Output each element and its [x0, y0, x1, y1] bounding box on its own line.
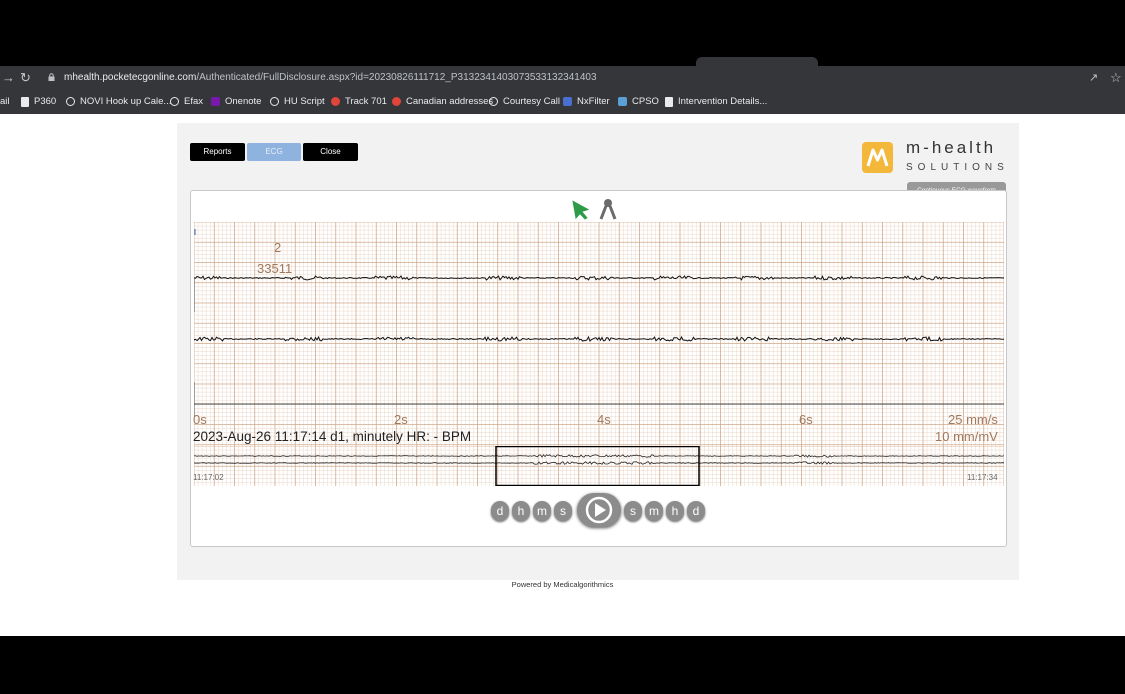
overview-end-time: 11:17:34	[967, 473, 998, 482]
main-panel: Reports ECG Close m-health SOLUTIONS Con…	[177, 123, 1019, 580]
bookmark-novi[interactable]: NOVI Hook up Cale...	[66, 96, 171, 107]
url-path: /Authenticated/FullDisclosure.aspx?id=20…	[196, 72, 597, 83]
logo-subtext: SOLUTIONS	[906, 162, 1009, 173]
back-day-button[interactable]: d	[491, 501, 509, 521]
logo-mark-icon	[862, 142, 893, 173]
time-label-6s: 6s	[799, 412, 813, 427]
playback-controls: d h m s s m h d	[491, 493, 711, 527]
sample-value: 33511	[257, 261, 293, 276]
ecg-button[interactable]: ECG	[247, 143, 301, 161]
url-host: mhealth.pocketecgonline.com	[64, 72, 197, 83]
redarrow-icon	[331, 97, 340, 106]
bookmark-nxfilter[interactable]: NxFilter	[563, 96, 610, 107]
back-minute-button[interactable]: m	[533, 501, 551, 521]
star-icon[interactable]: ☆	[1110, 71, 1122, 85]
globe-icon	[170, 97, 179, 106]
url-field[interactable]: mhealth.pocketecgonline.com/Authenticate…	[64, 72, 597, 83]
globe-icon	[66, 97, 75, 106]
bottom-letterbox	[0, 636, 1125, 694]
active-tab[interactable]	[696, 57, 818, 66]
bookmark-mail[interactable]: ail	[0, 96, 10, 107]
play-button[interactable]	[577, 493, 621, 527]
document-icon	[665, 96, 673, 107]
bookmark-intervention-details[interactable]: Intervention Details...	[665, 96, 767, 107]
time-label-2s: 2s	[394, 412, 408, 427]
ecg-viewer: 2 33511 0s 2s 4s 6s 25 mm/s 10 mm/mV 202…	[190, 190, 1007, 547]
time-label-0s: 0s	[193, 412, 207, 427]
overview-grid	[194, 446, 1004, 486]
address-bar: → ↻ mhealth.pocketecgonline.com/Authenti…	[0, 66, 1125, 90]
forward-second-button[interactable]: s	[624, 501, 642, 521]
forward-icon[interactable]: →	[2, 71, 15, 85]
bookmark-onenote[interactable]: Onenote	[211, 96, 261, 107]
page-content: Reports ECG Close m-health SOLUTIONS Con…	[0, 114, 1125, 636]
globe-icon	[489, 97, 498, 106]
powered-by: Powered by Medicalgorithmics	[511, 580, 614, 589]
tab-strip	[0, 0, 1125, 66]
pointer-cursor-icon[interactable]	[571, 197, 593, 221]
forward-day-button[interactable]: d	[687, 501, 705, 521]
bookmark-efax[interactable]: Efax	[170, 96, 203, 107]
lock-icon[interactable]	[48, 73, 55, 81]
redarrow-icon	[392, 97, 401, 106]
logo-text: m-health	[906, 138, 997, 157]
play-icon	[585, 496, 613, 524]
time-label-4s: 4s	[597, 412, 611, 427]
back-second-button[interactable]: s	[554, 501, 572, 521]
bookmark-track-701[interactable]: Track 701	[331, 96, 387, 107]
reload-icon[interactable]: ↻	[20, 71, 31, 85]
reports-button[interactable]: Reports	[190, 143, 245, 161]
bookmark-cpso[interactable]: CPSO	[618, 96, 659, 107]
cpso-icon	[618, 97, 627, 106]
globe-icon	[270, 97, 279, 106]
forward-hour-button[interactable]: h	[666, 501, 684, 521]
overview-start-time: 11:17:02	[193, 473, 224, 482]
overview-strip[interactable]	[194, 446, 1004, 486]
share-icon[interactable]: ↗	[1089, 71, 1098, 85]
bookmark-p360[interactable]: P360	[21, 96, 56, 107]
hr-info: 2023-Aug-26 11:17:14 d1, minutely HR: - …	[193, 429, 472, 444]
gain: 10 mm/mV	[935, 429, 998, 444]
caliper-icon[interactable]	[598, 197, 618, 221]
onenote-icon	[211, 97, 220, 106]
nx-icon	[563, 97, 572, 106]
grid-major-lines	[194, 446, 1004, 486]
bookmark-courtesy-call[interactable]: Courtesy Call	[489, 96, 560, 107]
document-icon	[21, 96, 29, 107]
channel-number: 2	[274, 240, 282, 255]
forward-minute-button[interactable]: m	[645, 501, 663, 521]
bookmark-canadian-addresses[interactable]: Canadian addresses	[392, 96, 493, 107]
back-hour-button[interactable]: h	[512, 501, 530, 521]
bookmark-hu-script[interactable]: HU Script	[270, 96, 325, 107]
bookmarks-bar: ail P360 NOVI Hook up Cale... Efax Oneno…	[0, 90, 1125, 115]
close-button[interactable]: Close	[303, 143, 358, 161]
paper-speed: 25 mm/s	[948, 412, 998, 427]
